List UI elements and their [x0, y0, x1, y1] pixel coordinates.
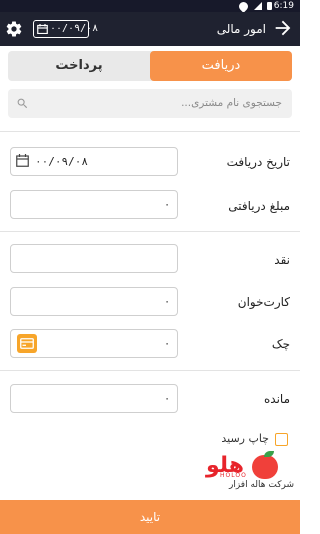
received-amount-field[interactable]: ۰	[10, 190, 178, 219]
receive-pay-toggle: پرداخت دریافت	[8, 51, 292, 81]
battery-icon	[267, 2, 272, 10]
balance-field[interactable]: ۰	[10, 384, 178, 413]
signal-icon	[254, 2, 262, 10]
calendar-icon	[37, 24, 48, 34]
gear-icon[interactable]	[5, 20, 23, 38]
card-reader-value: ۰	[164, 295, 170, 308]
balance-label: مانده	[263, 392, 290, 406]
cheque-label: چک	[271, 337, 290, 351]
print-receipt-row[interactable]: چاپ رسید	[221, 432, 288, 446]
calendar-icon	[16, 154, 29, 167]
wifi-icon	[237, 0, 250, 13]
search-placeholder: جستجوی نام مشتری...	[181, 97, 282, 109]
divider	[0, 131, 300, 132]
receive-date-label: تاریخ دریافت	[226, 155, 290, 169]
cheque-icon[interactable]	[17, 334, 37, 353]
status-bar: 6:19	[0, 0, 300, 13]
page-title: امور مالی	[216, 22, 266, 36]
cheque-value: ۰	[164, 337, 170, 350]
status-time: 6:19	[273, 1, 294, 11]
card-reader-label: کارت‌خوان	[237, 295, 290, 309]
app-bar: ۰۰/۰۹/۰۸ امور مالی	[0, 12, 300, 46]
confirm-button[interactable]: تایید	[0, 500, 300, 534]
receive-date-value: ۰۰/۰۹/۰۸	[35, 155, 88, 168]
divider	[0, 231, 300, 232]
search-icon	[17, 98, 28, 109]
date-chip[interactable]: ۰۰/۰۹/۰۸	[33, 20, 98, 38]
print-receipt-label: چاپ رسید	[221, 432, 269, 445]
cash-field[interactable]	[10, 244, 178, 273]
print-receipt-checkbox[interactable]	[275, 432, 288, 446]
received-amount-value: ۰	[164, 198, 170, 211]
balance-value: ۰	[164, 392, 170, 405]
back-arrow-icon[interactable]	[272, 17, 294, 39]
tab-receive[interactable]: دریافت	[150, 51, 292, 81]
customer-search-input[interactable]: جستجوی نام مشتری...	[8, 89, 292, 118]
holoo-logo: هلو HOLOO شرکت هاله افزار	[206, 451, 296, 493]
receive-date-field[interactable]: ۰۰/۰۹/۰۸	[10, 147, 178, 176]
apple-icon	[252, 451, 278, 479]
logo-latin: HOLOO	[220, 472, 247, 479]
app-bar-date: ۰۰/۰۹/۰۸	[50, 23, 99, 34]
tab-pay[interactable]: پرداخت	[8, 51, 150, 81]
cheque-field[interactable]: ۰	[10, 329, 178, 358]
company-name: شرکت هاله افزار	[228, 480, 294, 490]
card-reader-field[interactable]: ۰	[10, 287, 178, 316]
cash-label: نقد	[274, 253, 290, 267]
divider	[0, 370, 300, 371]
received-amount-label: مبلغ دریافتی	[228, 199, 290, 213]
